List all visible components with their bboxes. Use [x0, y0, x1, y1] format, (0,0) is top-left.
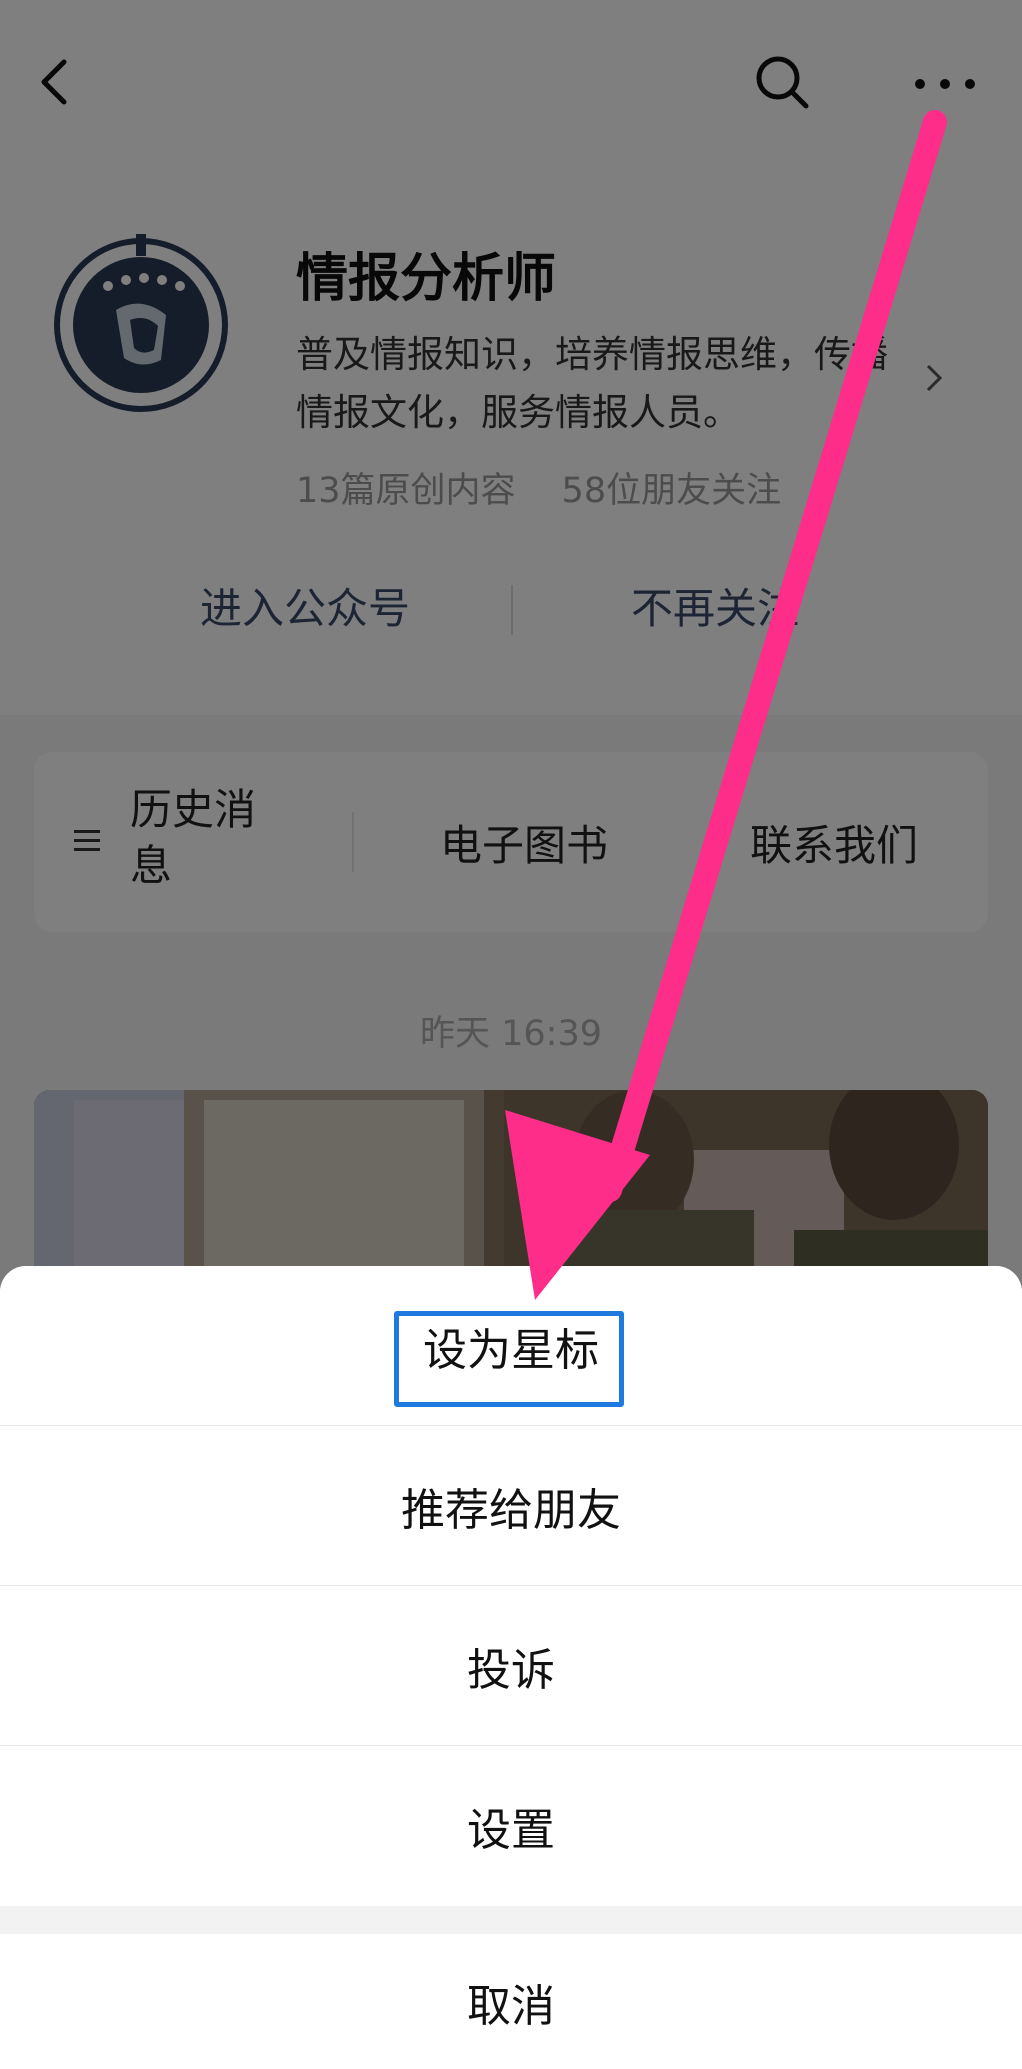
complain-button[interactable]: 投诉 [0, 1586, 1022, 1746]
sheet-gap [0, 1906, 1022, 1934]
highlight-box [394, 1311, 624, 1407]
recommend-to-friend-button[interactable]: 推荐给朋友 [0, 1426, 1022, 1586]
official-account-profile-page: 情报分析师 普及情报知识，培养情报思维，传播情报文化，服务情报人员。 13篇原创… [0, 0, 1022, 2069]
cancel-button[interactable]: 取消 [0, 1934, 1022, 2069]
settings-button[interactable]: 设置 [0, 1746, 1022, 1906]
action-sheet: 设为星标 推荐给朋友 投诉 设置 取消 [0, 1266, 1022, 2069]
